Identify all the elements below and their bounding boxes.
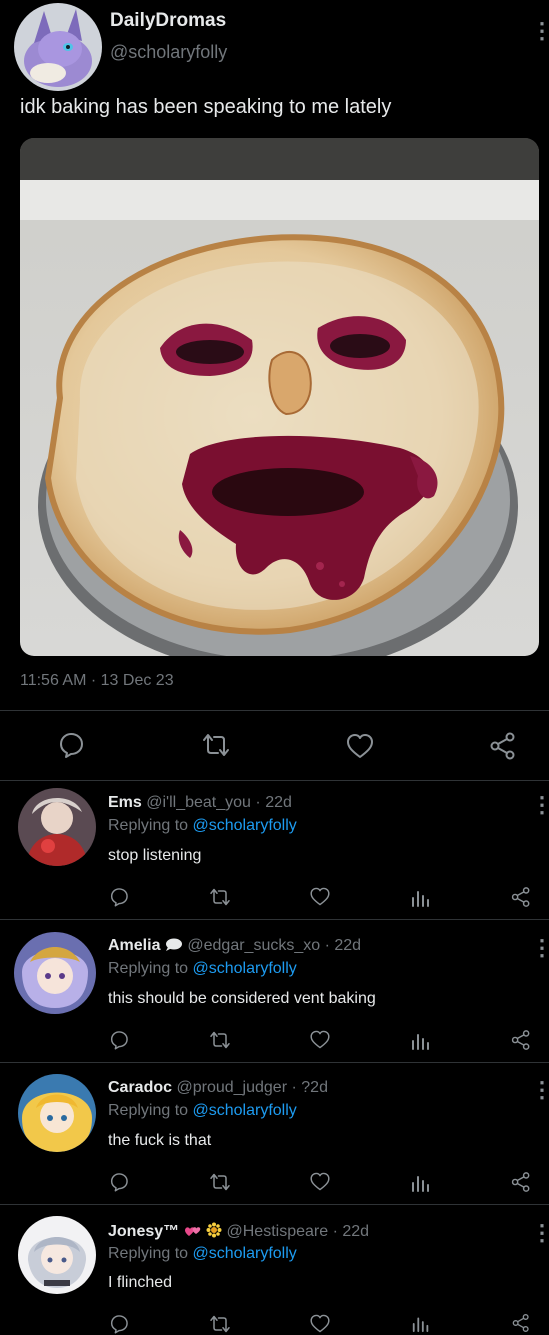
reply-text: this should be considered vent baking	[108, 990, 376, 1007]
reply-handle[interactable]: @Hestispeare	[227, 1223, 329, 1240]
reply-name[interactable]: Amelia	[108, 937, 160, 954]
divider	[0, 780, 549, 781]
reply-avatar[interactable]	[18, 1216, 96, 1294]
separator-dot: ·	[332, 1223, 338, 1240]
retweet-icon[interactable]	[208, 1030, 232, 1050]
reply-icon[interactable]	[108, 1171, 130, 1193]
reply-age: 22d	[342, 1223, 370, 1240]
replying-to-label: Replying to	[108, 1102, 189, 1119]
separator-dot: ·	[255, 794, 261, 811]
tweet-text: idk baking has been speaking to me latel…	[20, 96, 392, 118]
reply-more-icon[interactable]: ⋮	[531, 1079, 549, 1101]
like-icon[interactable]	[309, 1171, 331, 1192]
reply-avatar[interactable]	[18, 788, 96, 866]
share-icon[interactable]	[510, 886, 532, 908]
separator-dot: ·	[90, 672, 97, 689]
replying-to-handle[interactable]: @scholaryfolly	[193, 1102, 297, 1119]
like-icon[interactable]	[309, 1313, 331, 1334]
tweet-photo[interactable]	[20, 138, 539, 656]
retweet-icon[interactable]	[200, 732, 232, 758]
reply-text: stop listening	[108, 847, 202, 864]
author-handle[interactable]: @scholaryfolly	[110, 42, 227, 63]
reply-more-icon[interactable]: ⋮	[531, 1222, 549, 1244]
analytics-icon[interactable]	[410, 886, 432, 908]
tweet-timestamp[interactable]: 11:56 AM · 13 Dec 23	[20, 672, 174, 690]
reply-more-icon[interactable]: ⋮	[531, 794, 549, 816]
share-icon[interactable]	[510, 1313, 532, 1333]
replying-to-handle[interactable]: @scholaryfolly	[193, 817, 297, 834]
retweet-icon[interactable]	[208, 887, 232, 907]
reply-icon[interactable]	[108, 1029, 130, 1051]
like-icon[interactable]	[345, 732, 375, 760]
author-avatar[interactable]	[14, 3, 102, 91]
like-icon[interactable]	[309, 886, 331, 907]
analytics-icon[interactable]	[410, 1029, 432, 1051]
like-icon[interactable]	[309, 1029, 331, 1050]
retweet-icon[interactable]	[208, 1172, 232, 1192]
separator-dot: ·	[291, 1079, 297, 1096]
reply-handle[interactable]: @proud_judger	[176, 1079, 287, 1096]
reply-icon[interactable]	[108, 1313, 130, 1335]
reply-name[interactable]: Jonesy™	[108, 1223, 179, 1240]
reply-name[interactable]: Ems	[108, 794, 142, 811]
retweet-icon[interactable]	[208, 1314, 232, 1334]
divider	[0, 1062, 549, 1063]
replying-to-handle[interactable]: @scholaryfolly	[193, 1245, 297, 1262]
reply-icon[interactable]	[108, 886, 130, 908]
divider	[0, 1204, 549, 1205]
reply-text: the fuck is that	[108, 1132, 212, 1149]
sun-flower-icon	[206, 1222, 222, 1243]
reply-handle[interactable]: @edgar_sucks_xo	[187, 937, 320, 954]
share-icon[interactable]	[510, 1171, 532, 1193]
replying-to-label: Replying to	[108, 817, 189, 834]
reply-avatar[interactable]	[14, 932, 96, 1014]
reply-age: 22d	[265, 794, 292, 811]
replying-to-label: Replying to	[108, 960, 189, 977]
tweet-more-icon[interactable]: ⋮	[531, 20, 549, 42]
share-icon[interactable]	[510, 1029, 532, 1051]
reply-handle[interactable]: @i'll_beat_you	[146, 794, 251, 811]
reply-name[interactable]: Caradoc	[108, 1079, 172, 1096]
tweet-date: 13 Dec 23	[100, 672, 174, 689]
reply-age: 22d	[334, 937, 362, 954]
speech-bubble-icon	[165, 938, 183, 957]
reply-text: I flinched	[108, 1274, 173, 1291]
reply-avatar[interactable]	[18, 1074, 96, 1152]
hearts-emoji-icon	[184, 1224, 202, 1243]
divider	[0, 919, 549, 920]
reply-icon[interactable]	[56, 731, 86, 759]
share-icon[interactable]	[488, 731, 518, 761]
divider	[0, 710, 549, 711]
reply-more-icon[interactable]: ⋮	[531, 937, 549, 959]
separator-dot: ·	[324, 937, 330, 954]
reply-age: ?2d	[301, 1079, 328, 1096]
replying-to-label: Replying to	[108, 1245, 189, 1262]
analytics-icon[interactable]	[410, 1171, 432, 1193]
analytics-icon[interactable]	[410, 1313, 432, 1333]
author-display-name[interactable]: DailyDromas	[110, 10, 226, 32]
tweet-time: 11:56 AM	[20, 672, 87, 689]
replying-to-handle[interactable]: @scholaryfolly	[193, 960, 297, 977]
